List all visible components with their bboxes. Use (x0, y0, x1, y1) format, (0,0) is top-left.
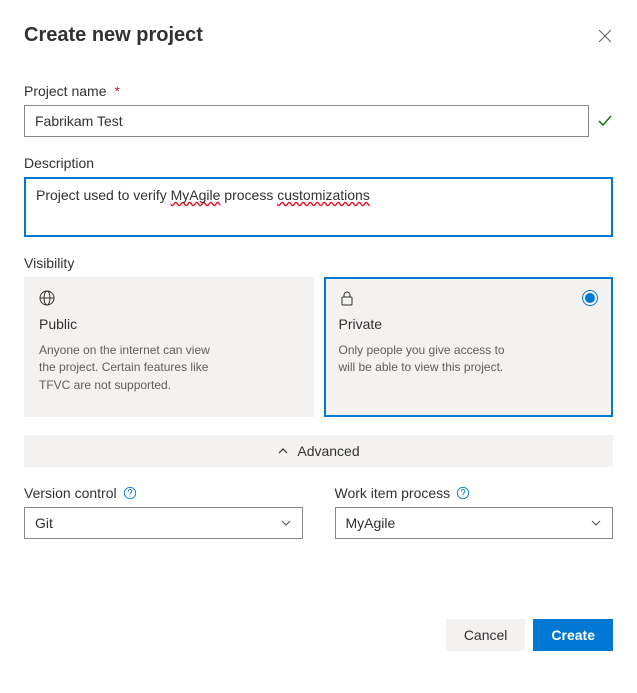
globe-icon (39, 290, 55, 306)
lock-icon (339, 290, 355, 306)
visibility-option-desc: Anyone on the internet can view the proj… (39, 342, 219, 394)
version-control-label: Version control (24, 485, 117, 501)
chevron-up-icon (277, 445, 289, 457)
advanced-toggle[interactable]: Advanced (24, 435, 613, 467)
visibility-label: Visibility (24, 255, 74, 271)
cancel-button[interactable]: Cancel (446, 619, 526, 651)
work-item-process-select[interactable]: MyAgile (335, 507, 614, 539)
check-icon (597, 113, 613, 129)
chevron-down-icon (280, 517, 292, 529)
advanced-label: Advanced (297, 443, 359, 459)
required-marker: * (114, 83, 119, 99)
chevron-down-icon (590, 517, 602, 529)
version-control-value: Git (35, 515, 53, 531)
project-name-input[interactable] (24, 105, 589, 137)
description-input[interactable]: Project used to verify MyAgile process c… (24, 177, 613, 237)
help-icon[interactable] (123, 486, 137, 500)
description-label: Description (24, 155, 94, 171)
work-item-process-label: Work item process (335, 485, 451, 501)
visibility-option-private[interactable]: Private Only people you give access to w… (324, 277, 614, 417)
project-name-label: Project name (24, 83, 106, 99)
close-icon[interactable] (597, 28, 613, 44)
radio-selected-icon (582, 290, 598, 306)
help-icon[interactable] (456, 486, 470, 500)
visibility-option-title: Private (339, 316, 599, 332)
version-control-select[interactable]: Git (24, 507, 303, 539)
work-item-process-value: MyAgile (346, 515, 396, 531)
visibility-option-desc: Only people you give access to will be a… (339, 342, 519, 377)
visibility-group: Public Anyone on the internet can view t… (24, 277, 613, 417)
visibility-option-title: Public (39, 316, 299, 332)
visibility-option-public[interactable]: Public Anyone on the internet can view t… (24, 277, 314, 417)
create-button[interactable]: Create (533, 619, 613, 651)
dialog-title: Create new project (24, 24, 203, 47)
